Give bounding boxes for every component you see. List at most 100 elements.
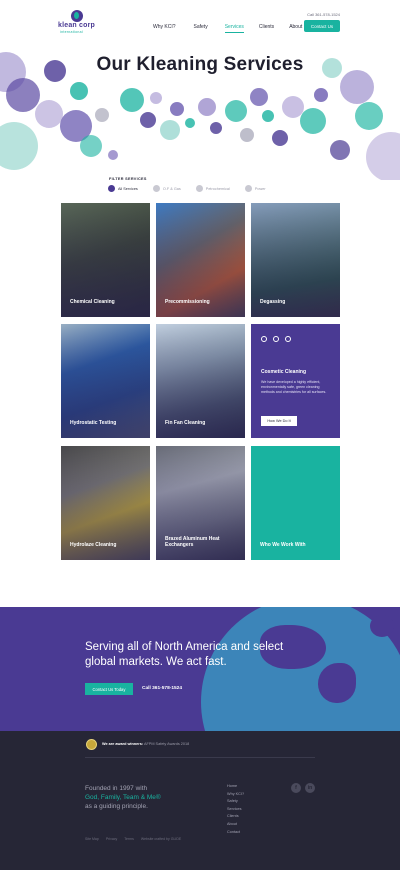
award-badge-icon xyxy=(86,739,97,750)
footer-links: Home Why KCI? Safety Services Clients Ab… xyxy=(227,783,244,836)
filter-label-petrochemical: Petrochemical xyxy=(205,186,230,191)
nav-about[interactable]: About xyxy=(289,24,302,33)
footer-link-services[interactable]: Services xyxy=(227,806,244,814)
how-we-do-it-button[interactable]: How We Do It xyxy=(261,416,297,426)
service-tile-precommissioning[interactable]: Precommissioning xyxy=(156,203,245,317)
decorative-bubble xyxy=(0,122,38,170)
founded-line-3: as a guiding principle. xyxy=(85,803,148,810)
page-title: Our Kleaning Services xyxy=(96,54,304,75)
decorative-bubble xyxy=(140,112,156,128)
decorative-bubble xyxy=(240,128,254,142)
founded-statement: Founded in 1997 with God, Family, Team &… xyxy=(85,784,205,811)
service-tile-degassing[interactable]: Degassing xyxy=(251,203,340,317)
legal-terms[interactable]: Terms xyxy=(124,837,134,841)
service-tile-fin-fan-cleaning[interactable]: Fin Fan Cleaning xyxy=(156,324,245,438)
legal-privacy[interactable]: Privacy xyxy=(106,837,117,841)
oil-drop-icon xyxy=(261,336,267,342)
decorative-bubble xyxy=(330,140,350,160)
decorative-bubble xyxy=(160,120,180,140)
decorative-bubble xyxy=(262,110,274,122)
service-tile-chemical-cleaning[interactable]: Chemical Cleaning xyxy=(61,203,150,317)
hero-banner: Our Kleaning Services xyxy=(0,40,400,180)
linkedin-icon[interactable]: in xyxy=(305,783,315,793)
facebook-icon[interactable]: f xyxy=(291,783,301,793)
site-footer: We are award winners: AFPM Safety Awards… xyxy=(0,731,400,870)
nav-clients[interactable]: Clients xyxy=(259,24,274,33)
footer-link-home[interactable]: Home xyxy=(227,783,244,791)
power-icon xyxy=(244,185,252,192)
oil-drop-icon xyxy=(152,185,160,192)
nav-safety[interactable]: Safety xyxy=(194,24,208,33)
filter-label: FILTER SERVICES xyxy=(109,177,147,181)
service-label: Fin Fan Cleaning xyxy=(165,420,206,426)
decorative-bubble xyxy=(198,98,216,116)
service-label: Precommissioning xyxy=(165,299,210,305)
contact-us-today-button[interactable]: Contact Us Today xyxy=(85,683,133,695)
service-tile-brazed-aluminum[interactable]: Brazed Aluminum Heat Exchangers xyxy=(156,446,245,560)
site-header: klean corp international Call 361-578-15… xyxy=(0,0,400,40)
filter-label-power: Power xyxy=(254,186,266,191)
filter-label-oil-gas: O.F & Gas xyxy=(162,186,181,191)
globe-logo-icon xyxy=(71,10,83,22)
service-label: Hydrolaze Cleaning xyxy=(70,542,117,548)
decorative-bubble xyxy=(170,102,184,116)
founded-highlight: God, Family, Team & Me® xyxy=(85,794,161,801)
service-label: Hydrostatic Testing xyxy=(70,420,117,426)
filter-oil-gas[interactable]: O.F & Gas xyxy=(152,185,181,192)
legal-sitemap[interactable]: Site Map xyxy=(85,837,99,841)
decorative-bubble xyxy=(314,88,328,102)
footer-link-about[interactable]: About xyxy=(227,821,244,829)
legal-links: Site Map Privacy Terms Website crafted b… xyxy=(85,837,181,841)
service-tile-cosmetic-cleaning[interactable]: Cosmetic Cleaning We have developed a hi… xyxy=(251,324,340,438)
decorative-bubble xyxy=(355,102,383,130)
globe-land xyxy=(318,663,356,703)
service-label: Degassing xyxy=(260,299,286,305)
decorative-bubble xyxy=(300,108,326,134)
award-title: We are award winners: xyxy=(102,742,144,746)
filter-power[interactable]: Power xyxy=(244,185,266,192)
klean-corp-logo[interactable]: klean corp international xyxy=(58,10,100,36)
header-phone[interactable]: Call 361-578-1524 xyxy=(307,12,340,17)
award-detail: AFPM Safety Awards 2018 xyxy=(143,742,190,746)
refinery-icon xyxy=(195,185,203,192)
industry-icons xyxy=(261,336,291,342)
legal-credit[interactable]: Website crafted by GLIDE xyxy=(141,837,181,841)
filter-label-all: All Services xyxy=(118,186,138,191)
refinery-icon xyxy=(273,336,279,342)
nav-why-kci[interactable]: Why KCI? xyxy=(153,24,176,33)
service-label: Brazed Aluminum Heat Exchangers xyxy=(165,536,220,548)
filter-all-services[interactable]: All Services xyxy=(108,185,138,192)
founded-line-1: Founded in 1997 with xyxy=(85,785,148,792)
globe-land xyxy=(370,615,394,637)
logo-subtitle: international xyxy=(60,30,83,34)
decorative-bubble xyxy=(95,108,109,122)
decorative-bubble xyxy=(6,78,40,112)
band-phone[interactable]: Call 361-578-1524 xyxy=(142,686,182,691)
decorative-bubble xyxy=(366,132,400,180)
footer-link-why-kci[interactable]: Why KCI? xyxy=(227,791,244,799)
decorative-bubble xyxy=(120,88,144,112)
decorative-bubble xyxy=(108,150,118,160)
footer-divider xyxy=(85,757,315,758)
footer-link-contact[interactable]: Contact xyxy=(227,829,244,837)
decorative-bubble xyxy=(35,100,63,128)
footer-link-clients[interactable]: Clients xyxy=(227,813,244,821)
nav-services[interactable]: Services xyxy=(224,24,244,33)
contact-us-button[interactable]: Contact Us xyxy=(304,20,340,32)
footer-link-safety[interactable]: Safety xyxy=(227,798,244,806)
grid-icon xyxy=(108,185,115,192)
social-links: f in xyxy=(291,783,315,793)
decorative-bubble xyxy=(210,122,222,134)
main-nav: Why KCI? Safety Services Clients About xyxy=(153,24,302,33)
who-we-work-with-tile[interactable]: Who We Work With xyxy=(251,446,340,560)
decorative-bubble xyxy=(80,135,102,157)
service-tile-hydrolaze-cleaning[interactable]: Hydrolaze Cleaning xyxy=(61,446,150,560)
award-text: We are award winners: AFPM Safety Awards… xyxy=(102,742,189,746)
decorative-bubble xyxy=(185,118,195,128)
logo-name: klean corp xyxy=(58,22,96,29)
service-label: Who We Work With xyxy=(260,542,306,548)
decorative-bubble xyxy=(225,100,247,122)
coverage-band: Serving all of North America and select … xyxy=(0,607,400,731)
service-tile-hydrostatic-testing[interactable]: Hydrostatic Testing xyxy=(61,324,150,438)
filter-petrochemical[interactable]: Petrochemical xyxy=(195,185,230,192)
